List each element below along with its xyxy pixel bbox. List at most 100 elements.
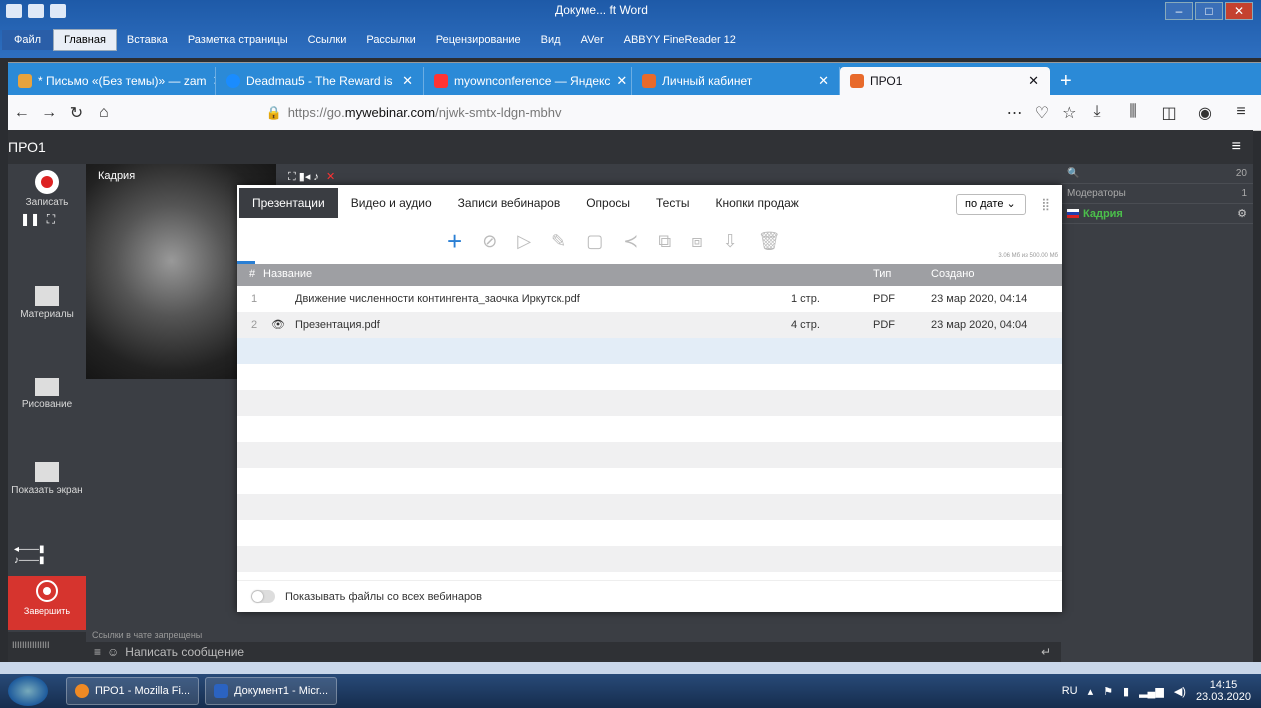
more-icon[interactable]: ⋯ (1001, 103, 1028, 123)
row-type: PDF (873, 319, 895, 331)
participant-row[interactable]: Кадрия ⚙ (1061, 204, 1253, 224)
word-icon[interactable] (6, 4, 22, 18)
word-tab-view[interactable]: Вид (531, 34, 571, 46)
tab-presentations[interactable]: Презентации (239, 188, 338, 218)
fullscreen-icon[interactable]: ⛶ (288, 171, 296, 183)
sort-select[interactable]: по дате ⌄ (956, 194, 1026, 215)
tab-tests[interactable]: Тесты (643, 188, 702, 218)
network-icon[interactable]: ▮ (1123, 685, 1129, 698)
play-icon[interactable]: ▷ (517, 231, 531, 252)
word-ribbon-tabs: Файл Главная Вставка Разметка страницы С… (0, 28, 746, 52)
add-icon[interactable]: + (447, 226, 462, 257)
pocket-icon[interactable]: ♡ (1028, 103, 1055, 123)
browser-tab-music[interactable]: Deadmau5 - The Reward is ✕ (216, 67, 424, 95)
url-bar[interactable]: 🔒 https://go.mywebinar.com/njwk-smtx-ldg… (258, 100, 1001, 126)
download-icon[interactable]: ⇩ (723, 231, 738, 252)
show-all-toggle[interactable] (251, 590, 275, 603)
start-button[interactable] (8, 676, 48, 706)
participants-search[interactable]: 🔍 20 (1061, 164, 1253, 184)
mic-icon[interactable]: ♪ (313, 171, 319, 183)
word-tab-aver[interactable]: AVer (571, 34, 614, 46)
gear-icon[interactable]: ⚙ (1237, 207, 1247, 220)
frame-icon[interactable]: ▢ (586, 231, 603, 252)
volume-sliders[interactable]: ◂——▮ ♪——▮ (8, 544, 86, 566)
camera-icon[interactable]: ▮◂ (299, 171, 311, 183)
pause-icon[interactable]: ❚❚ ⛶ (8, 212, 86, 227)
firefox-window: * Письмо «(Без темы)» — zam✕ Deadmau5 - … (8, 62, 1261, 131)
account-icon[interactable]: ◉ (1191, 103, 1219, 123)
grid-view-icon[interactable]: ⣿ (1041, 197, 1050, 211)
volume-icon[interactable]: ◀) (1174, 685, 1186, 698)
table-row[interactable]: 1 Движение численности контингента_заочк… (237, 286, 1062, 312)
hide-icon[interactable]: ⊘ (482, 231, 497, 252)
save-icon[interactable] (28, 4, 44, 18)
share-screen-button[interactable]: Показать экран (8, 462, 86, 496)
clock[interactable]: 14:15 23.03.2020 (1196, 679, 1251, 703)
close-icon[interactable]: ✕ (818, 73, 829, 89)
record-button[interactable]: Записать (8, 170, 86, 208)
word-tab-mailings[interactable]: Рассылки (356, 34, 425, 46)
close-icon[interactable]: ✕ (402, 73, 413, 89)
flag-icon[interactable]: ⚑ (1103, 685, 1113, 698)
word-tab-abbyy[interactable]: ABBYY FineReader 12 (614, 34, 746, 46)
download-icon[interactable]: ⤓ (1083, 103, 1111, 123)
tab-video-audio[interactable]: Видео и аудио (338, 188, 445, 218)
browser-tab-mail[interactable]: * Письмо «(Без темы)» — zam✕ (8, 67, 216, 95)
taskbar-word[interactable]: Документ1 - Micr... (205, 677, 338, 705)
maximize-button[interactable]: □ (1195, 2, 1223, 20)
close-icon[interactable]: ✕ (1028, 73, 1039, 89)
undo-icon[interactable] (50, 4, 66, 18)
emoji-icon[interactable]: ☺ (107, 645, 119, 659)
back-icon[interactable]: ← (8, 104, 35, 122)
drawing-button[interactable]: Рисование (8, 378, 86, 410)
new-tab-button[interactable]: + (1050, 67, 1082, 95)
table-row[interactable]: 2 👁 Презентация.pdf 4 стр. PDF 23 мар 20… (237, 312, 1062, 338)
language-indicator[interactable]: RU (1062, 685, 1078, 697)
menu-icon[interactable]: ≡ (94, 645, 101, 659)
menu-icon[interactable]: ≡ (1227, 103, 1255, 123)
signal-icon[interactable]: ▂▄▆ (1139, 685, 1164, 698)
share-icon[interactable]: ≺ (623, 231, 638, 252)
stop-icon (36, 580, 58, 602)
bookmark-star-icon[interactable]: ☆ (1056, 103, 1083, 123)
trash-icon[interactable]: 🗑 (758, 231, 781, 252)
word-tab-insert[interactable]: Вставка (117, 34, 178, 46)
moderators-group[interactable]: Модераторы 1 (1061, 184, 1253, 204)
moderators-count: 1 (1241, 188, 1247, 199)
reload-icon[interactable]: ↻ (63, 103, 90, 123)
word-tab-references[interactable]: Ссылки (298, 34, 357, 46)
word-tab-layout[interactable]: Разметка страницы (178, 34, 298, 46)
word-tab-file[interactable]: Файл (2, 30, 54, 50)
tab-recordings[interactable]: Записи вебинаров (445, 188, 574, 218)
tab-polls[interactable]: Опросы (573, 188, 643, 218)
sidebar-icon[interactable]: ◫ (1155, 103, 1183, 123)
browser-tab-pro1[interactable]: ПРО1 ✕ (840, 67, 1050, 95)
tab-label: ПРО1 (870, 74, 903, 88)
close-icon[interactable]: ✕ (616, 73, 627, 89)
taskbar-firefox[interactable]: ПРО1 - Mozilla Fi... (66, 677, 200, 705)
word-tab-home[interactable]: Главная (53, 29, 117, 51)
finish-button[interactable]: Завершить (8, 576, 86, 630)
browser-tab-yandex[interactable]: myownconference — Яндекс ✕ (424, 67, 632, 95)
materials-button[interactable]: Материалы (8, 286, 86, 320)
copy-icon[interactable]: ⧉ (658, 231, 671, 252)
word-tab-review[interactable]: Рецензирование (426, 34, 531, 46)
edit-icon[interactable]: ✎ (551, 231, 566, 252)
tray-expand-icon[interactable]: ▴ (1088, 685, 1094, 698)
row-num: 1 (251, 293, 258, 305)
send-icon[interactable]: ↵ (1041, 645, 1061, 659)
minimize-button[interactable]: – (1165, 2, 1193, 20)
share-screen-icon (35, 462, 59, 482)
chat-input[interactable]: ≡ ☺ Написать сообщение ↵ (86, 642, 1061, 662)
hamburger-icon[interactable]: ≡ (1232, 130, 1241, 164)
close-icon[interactable]: ✕ (326, 171, 335, 183)
chat-bar: Ссылки в чате запрещены ≡ ☺ Написать соо… (86, 626, 1061, 662)
move-icon[interactable]: ⧈ (691, 231, 702, 252)
tab-sales-buttons[interactable]: Кнопки продаж (702, 188, 811, 218)
home-icon[interactable]: ⌂ (90, 104, 117, 122)
forward-icon[interactable]: → (35, 104, 62, 122)
close-button[interactable]: ✕ (1225, 2, 1253, 20)
table-header: # Название Тип Создано (237, 264, 1062, 286)
library-icon[interactable]: ⫼ (1119, 103, 1147, 123)
browser-tab-cabinet[interactable]: Личный кабинет ✕ (632, 67, 840, 95)
